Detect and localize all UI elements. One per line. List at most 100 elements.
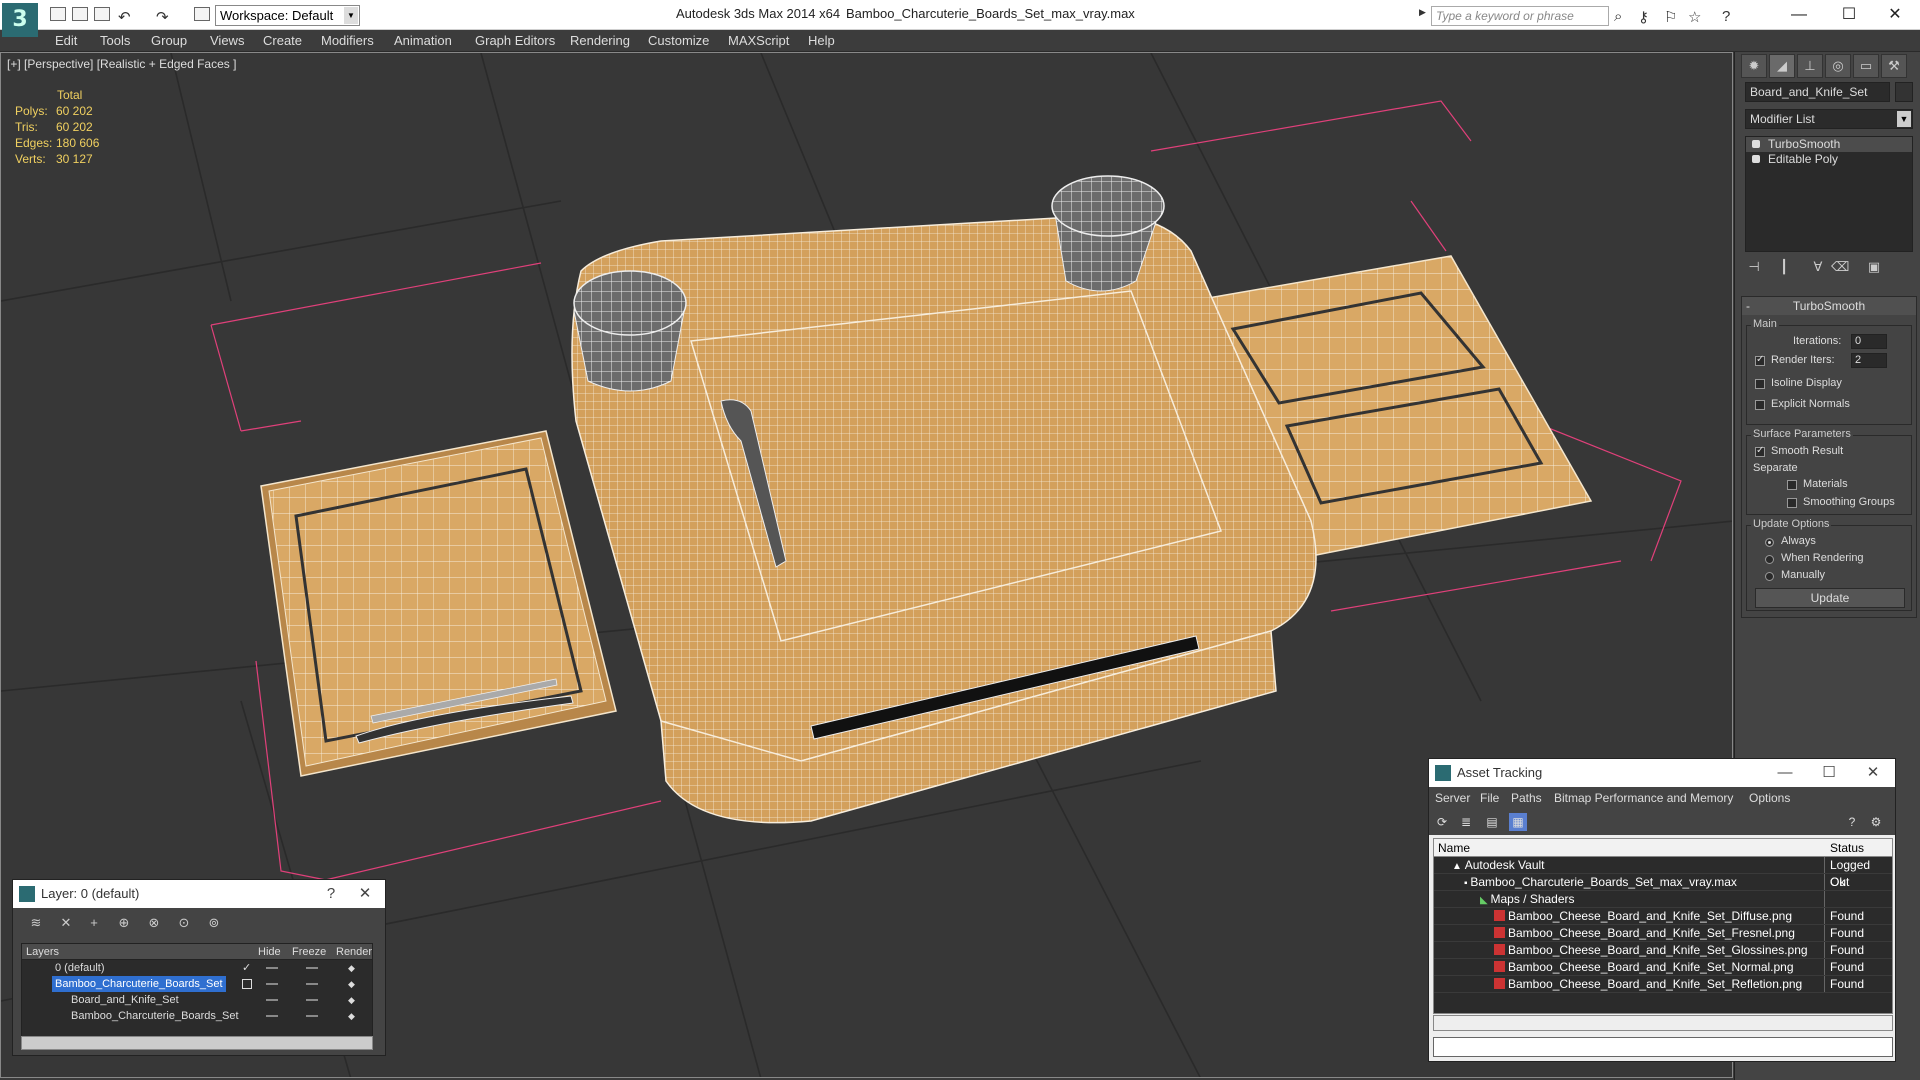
add-to-layer-icon[interactable]: +	[85, 915, 103, 931]
asset-row[interactable]: Bamboo_Cheese_Board_and_Knife_Set_Diffus…	[1434, 908, 1892, 925]
menu-edit[interactable]: Edit	[55, 33, 77, 48]
expand-icon[interactable]	[1752, 155, 1760, 163]
smoothing-groups-checkbox[interactable]	[1787, 498, 1797, 508]
explicit-normals-checkbox[interactable]	[1755, 400, 1765, 410]
asset-row[interactable]: ◣ Maps / Shaders	[1434, 891, 1892, 908]
horizontal-scrollbar[interactable]	[1433, 1015, 1893, 1031]
column-header-render[interactable]: Render	[336, 944, 372, 960]
menu-file[interactable]: File	[1480, 791, 1499, 805]
settings-icon[interactable]: ⚙	[1867, 813, 1885, 831]
minimize-button[interactable]: —	[1776, 2, 1822, 28]
create-layer-icon[interactable]: ≋	[27, 915, 45, 931]
asset-row[interactable]: Bamboo_Cheese_Board_and_Knife_Set_Glossi…	[1434, 942, 1892, 959]
manually-radio[interactable]	[1765, 572, 1774, 581]
active-layer-box-icon[interactable]	[242, 979, 252, 989]
asset-row[interactable]: ▪ Bamboo_Charcuterie_Boards_Set_max_vray…	[1434, 874, 1892, 891]
teapot-icon[interactable]: ◆	[348, 992, 355, 1008]
close-icon[interactable]: ✕	[1853, 759, 1893, 787]
hide-all-icon[interactable]: ⊙	[175, 915, 193, 931]
menu-rendering[interactable]: Rendering	[570, 33, 630, 48]
remove-modifier-icon[interactable]: ⌫	[1831, 259, 1849, 277]
menu-graph-editors[interactable]: Graph Editors	[475, 33, 555, 48]
display-tab-icon[interactable]: ▭	[1853, 54, 1879, 78]
undo-icon[interactable]: ↶	[118, 8, 131, 26]
help-icon[interactable]: ?	[1843, 813, 1861, 831]
asset-path-field[interactable]	[1433, 1037, 1893, 1057]
create-tab-icon[interactable]: ✹	[1741, 54, 1767, 78]
teapot-icon[interactable]: ◆	[348, 1008, 355, 1024]
asset-row[interactable]: Bamboo_Cheese_Board_and_Knife_Set_Normal…	[1434, 959, 1892, 976]
menu-animation[interactable]: Animation	[394, 33, 452, 48]
horizontal-scrollbar[interactable]	[21, 1036, 373, 1050]
layer-window-title-bar[interactable]: Layer: 0 (default) ? ✕	[13, 880, 385, 908]
asset-window-title-bar[interactable]: Asset Tracking — ☐ ✕	[1429, 759, 1895, 787]
asset-row[interactable]: Bamboo_Cheese_Board_and_Knife_Set_Fresne…	[1434, 925, 1892, 942]
modifier-list-dropdown[interactable]: Modifier List ▼	[1745, 109, 1913, 129]
detail-view-icon[interactable]: ▤	[1483, 813, 1501, 831]
render-iters-checkbox[interactable]	[1755, 354, 1765, 366]
close-icon[interactable]: ✕	[345, 880, 385, 908]
stack-item-editable-poly[interactable]: Editable Poly	[1746, 152, 1912, 167]
help-icon[interactable]: ?	[1722, 8, 1730, 25]
layer-row[interactable]: Bamboo_Charcuterie_Boards_Set ◆	[22, 976, 372, 992]
asset-row[interactable]: ▲ Autodesk Vault Logged Out	[1434, 857, 1892, 889]
hierarchy-tab-icon[interactable]: ⊥	[1797, 54, 1823, 78]
stack-item-turbosmooth[interactable]: TurboSmooth	[1746, 137, 1912, 152]
menu-paths[interactable]: Paths	[1511, 791, 1542, 805]
menu-modifiers[interactable]: Modifiers	[321, 33, 374, 48]
project-folder-icon[interactable]	[194, 7, 210, 21]
subscription-icon[interactable]: ⚷	[1638, 8, 1649, 26]
open-file-icon[interactable]	[72, 7, 88, 21]
layer-row[interactable]: Board_and_Knife_Set ◆	[22, 992, 372, 1008]
layer-row[interactable]: 0 (default) ✓ ◆	[22, 960, 372, 976]
binoculars-icon[interactable]: ⌕	[1614, 8, 1622, 25]
teapot-icon[interactable]: ◆	[348, 960, 355, 976]
maximize-icon[interactable]: ☐	[1809, 759, 1849, 787]
highlight-layer-icon[interactable]: ⊗	[145, 915, 163, 931]
modify-tab-icon[interactable]: ◢	[1769, 54, 1795, 78]
close-button[interactable]: ✕	[1872, 2, 1918, 28]
column-header-layers[interactable]: Layers	[26, 944, 59, 960]
column-header-status[interactable]: Status	[1830, 839, 1864, 857]
table-view-icon[interactable]: ▦	[1509, 813, 1527, 831]
chevron-down-icon[interactable]: ▼	[344, 7, 358, 24]
layer-row[interactable]: Bamboo_Charcuterie_Boards_Set ◆	[22, 1008, 372, 1024]
make-unique-icon[interactable]: ∀	[1809, 259, 1827, 277]
menu-server[interactable]: Server	[1435, 791, 1470, 805]
when-rendering-radio[interactable]	[1765, 555, 1774, 564]
chevron-down-icon[interactable]: ▼	[1897, 111, 1911, 127]
column-header-name[interactable]: Name	[1438, 839, 1470, 857]
utilities-tab-icon[interactable]: ⚒	[1881, 54, 1907, 78]
teapot-icon[interactable]: ◆	[348, 976, 355, 992]
communication-icon[interactable]: ⚐	[1664, 8, 1677, 26]
motion-tab-icon[interactable]: ◎	[1825, 54, 1851, 78]
delete-layer-icon[interactable]: ✕	[57, 915, 75, 931]
configure-modifier-sets-icon[interactable]: ▣	[1865, 259, 1883, 277]
render-iters-spinner[interactable]: 2	[1851, 353, 1887, 368]
menu-bitmap-performance[interactable]: Bitmap Performance and Memory	[1554, 791, 1733, 805]
object-color-swatch[interactable]	[1895, 82, 1913, 102]
iterations-spinner[interactable]: 0	[1851, 334, 1887, 349]
menu-maxscript[interactable]: MAXScript	[728, 33, 789, 48]
menu-customize[interactable]: Customize	[648, 33, 709, 48]
asset-row[interactable]: Bamboo_Cheese_Board_and_Knife_Set_Reflet…	[1434, 976, 1892, 993]
column-header-freeze[interactable]: Freeze	[292, 944, 326, 960]
show-end-result-icon[interactable]: ┃	[1775, 259, 1793, 277]
menu-group[interactable]: Group	[151, 33, 187, 48]
viewport-label[interactable]: [+] [Perspective] [Realistic + Edged Fac…	[7, 57, 236, 71]
new-file-icon[interactable]	[50, 7, 66, 21]
list-view-icon[interactable]: ≣	[1457, 813, 1475, 831]
menu-create[interactable]: Create	[263, 33, 302, 48]
redo-icon[interactable]: ↷	[156, 8, 169, 26]
save-file-icon[interactable]	[94, 7, 110, 21]
menu-options[interactable]: Options	[1749, 791, 1790, 805]
always-radio[interactable]	[1765, 538, 1774, 547]
smooth-result-checkbox[interactable]	[1755, 445, 1765, 457]
update-button[interactable]: Update	[1755, 588, 1905, 608]
app-menu-logo[interactable]: 3	[2, 3, 38, 37]
minimize-icon[interactable]: —	[1765, 759, 1805, 787]
menu-tools[interactable]: Tools	[100, 33, 130, 48]
lightbulb-icon[interactable]	[1752, 140, 1760, 148]
maximize-button[interactable]: ☐	[1826, 2, 1872, 28]
search-input[interactable]: Type a keyword or phrase	[1431, 6, 1609, 26]
